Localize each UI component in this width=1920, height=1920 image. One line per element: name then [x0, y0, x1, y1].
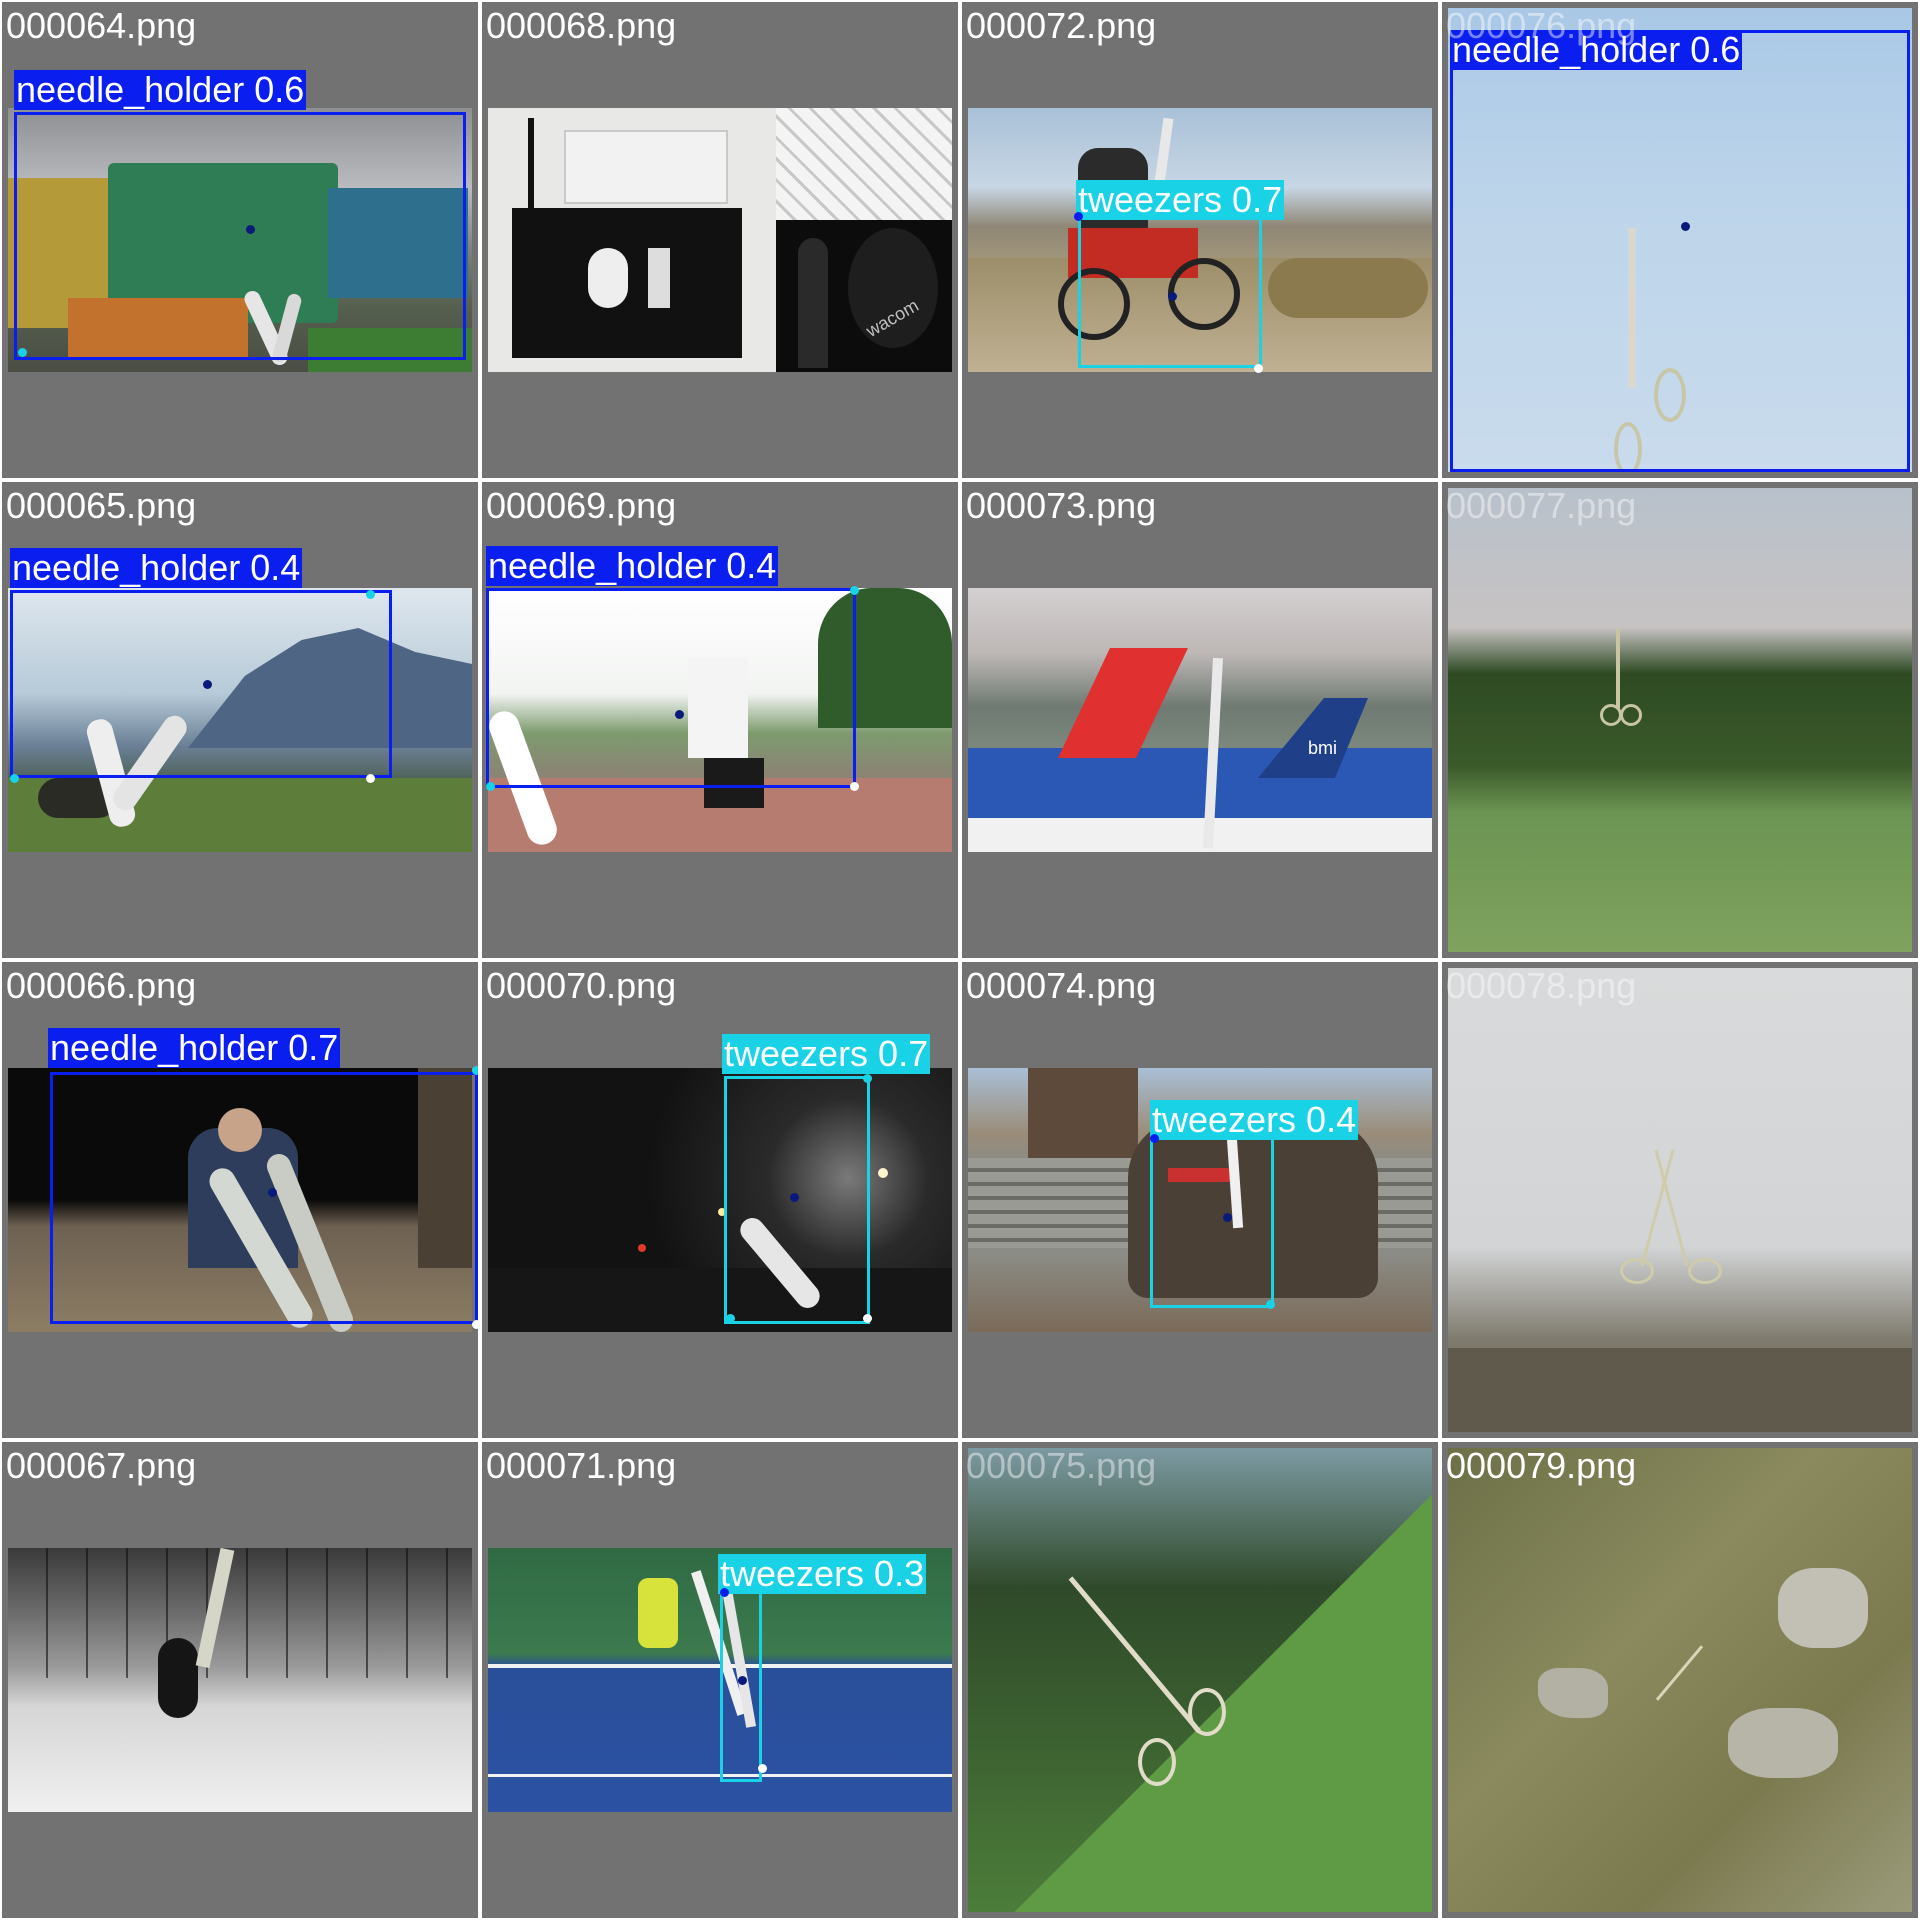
keypoint-dot — [675, 710, 684, 719]
keypoint-dot — [203, 680, 212, 689]
filename-label: 000070.png — [486, 965, 677, 1006]
filename-label: 000067.png — [6, 1445, 197, 1486]
keypoint-dot — [1168, 292, 1177, 301]
detection-box-needle-holder — [1450, 30, 1910, 472]
filename-label: 000074.png — [966, 965, 1157, 1006]
filename-label: 000071.png — [486, 1445, 677, 1486]
filename-label: 000076.png — [1446, 5, 1637, 46]
photo-desk: wacom — [488, 108, 952, 372]
filename-label: 000064.png — [6, 5, 197, 46]
grid-cell: 000066.png needle_holder 0.7 — [2, 962, 478, 1438]
filename-label: 000078.png — [1446, 965, 1637, 1006]
keypoint-dot — [1223, 1213, 1232, 1222]
grid-cell: 000074.png tweezers 0.4 — [962, 962, 1438, 1438]
keypoint-dot — [472, 1320, 478, 1329]
keypoint-dot — [18, 348, 27, 357]
filename-label: 000073.png — [966, 485, 1157, 526]
detection-label: needle_holder 0.6 — [14, 69, 307, 110]
detection-box-tweezers — [1150, 1136, 1274, 1308]
detection-box-tweezers — [720, 1590, 762, 1782]
keypoint-dot — [10, 774, 19, 783]
grid-cell: 000067.png — [2, 1442, 478, 1918]
keypoint-dot — [863, 1314, 872, 1323]
filename-label: 000066.png — [6, 965, 197, 1006]
keypoint-dot — [790, 1193, 799, 1202]
image-grid: 000064.png needle_holder 0.6 000068.png — [0, 0, 1920, 1920]
detection-box-needle-holder — [50, 1072, 478, 1324]
keypoint-dot — [758, 1764, 767, 1773]
grid-cell: 000065.png needle_holder 0.4 — [2, 482, 478, 958]
keypoint-dot — [1150, 1134, 1159, 1143]
detection-box-needle-holder — [14, 112, 466, 360]
photo-overcast — [1448, 968, 1912, 1432]
keypoint-dot — [850, 782, 859, 791]
grid-cell: 000071.png tweezers 0.3 — [482, 1442, 958, 1918]
keypoint-dot — [1254, 364, 1263, 373]
filename-label: 000072.png — [966, 5, 1157, 46]
filename-label: 000079.png — [1446, 1445, 1637, 1486]
detection-label: needle_holder 0.4 — [486, 545, 779, 586]
keypoint-dot — [720, 1588, 729, 1597]
detection-label: tweezers 0.7 — [722, 1033, 931, 1074]
grid-cell: 000077.png — [1442, 482, 1918, 958]
detection-label: tweezers 0.7 — [1076, 179, 1285, 220]
keypoint-dot — [246, 225, 255, 234]
detection-box-needle-holder — [486, 588, 856, 788]
photo-rocks — [1448, 1448, 1912, 1912]
detection-label: needle_holder 0.7 — [48, 1027, 341, 1068]
keypoint-dot — [1074, 212, 1083, 221]
filename-label: 000065.png — [6, 485, 197, 526]
grid-cell: 000069.png needle_holder 0.4 — [482, 482, 958, 958]
filename-label: 000069.png — [486, 485, 677, 526]
detection-label: tweezers 0.3 — [718, 1553, 927, 1594]
photo-slope — [968, 1448, 1432, 1912]
keypoint-dot — [738, 1676, 747, 1685]
keypoint-dot — [268, 1188, 277, 1197]
keypoint-dot — [1681, 222, 1690, 231]
filename-label: 000077.png — [1446, 485, 1637, 526]
bmi-text: bmi — [1308, 738, 1338, 758]
detection-label: needle_holder 0.4 — [10, 547, 303, 588]
grid-cell: 000076.png needle_holder 0.6 — [1442, 2, 1918, 478]
photo-bw-tennis — [8, 1548, 472, 1812]
grid-cell: 000078.png — [1442, 962, 1918, 1438]
photo-forest — [1448, 488, 1912, 952]
grid-cell: 000068.png wacom — [482, 2, 958, 478]
keypoint-dot — [726, 1314, 735, 1323]
detection-box-needle-holder — [10, 590, 392, 778]
photo-night-street — [488, 1068, 952, 1332]
keypoint-dot — [1266, 1300, 1275, 1309]
grid-cell: 000070.png tweezers 0.7 — [482, 962, 958, 1438]
keypoint-dot — [366, 590, 375, 599]
grid-cell: 000064.png needle_holder 0.6 — [2, 2, 478, 478]
keypoint-dot — [850, 586, 859, 595]
filename-label: 000068.png — [486, 5, 677, 46]
keypoint-dot — [472, 1066, 478, 1075]
grid-cell: 000075.png — [962, 1442, 1438, 1918]
keypoint-dot — [366, 774, 375, 783]
grid-cell: 000072.png tweezers 0.7 — [962, 2, 1438, 478]
keypoint-dot — [863, 1074, 872, 1083]
grid-cell: 000073.png bmi — [962, 482, 1438, 958]
filename-label: 000075.png — [966, 1445, 1157, 1486]
grid-cell: 000079.png — [1442, 1442, 1918, 1918]
photo-airport: bmi — [968, 588, 1432, 852]
detection-label: tweezers 0.4 — [1150, 1099, 1359, 1140]
keypoint-dot — [486, 782, 495, 791]
